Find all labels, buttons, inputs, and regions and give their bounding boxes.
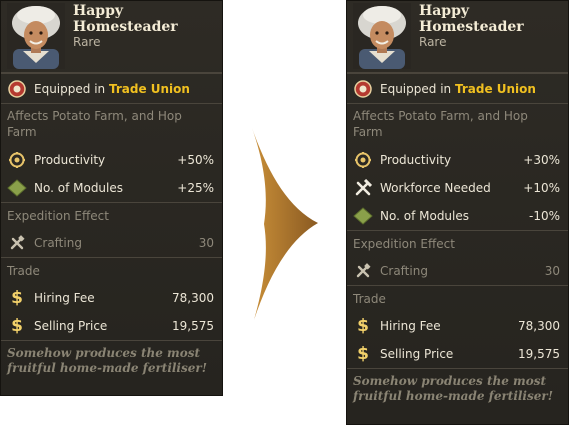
expedition-value: 30 (198, 236, 214, 250)
item-name: Happy Homesteader (419, 3, 524, 35)
effect-value: -10% (528, 209, 560, 223)
effect-label: Workforce Needed (380, 181, 491, 195)
item-rarity: Rare (419, 35, 447, 49)
equipped-prefix: Equipped in (380, 81, 452, 96)
dollar-icon: $ (357, 316, 369, 336)
tooltip-header: Happy Homesteader Rare (347, 1, 568, 73)
equipped-location: Trade Union (454, 81, 536, 96)
module-diamond-icon (353, 206, 373, 226)
effect-value: +10% (523, 181, 560, 195)
module-diamond-icon (7, 178, 27, 198)
effect-row-productivity: Productivity +50% (1, 146, 222, 174)
homesteader-portrait (7, 3, 65, 69)
equipped-prefix: Equipped in (34, 81, 106, 96)
trade-value: 19,575 (172, 319, 214, 333)
trade-value: 78,300 (172, 291, 214, 305)
expedition-value: 30 (544, 264, 560, 278)
affects-text: Affects Potato Farm, and Hop Farm (347, 103, 568, 146)
dollar-icon: $ (11, 288, 23, 308)
lore-text: Somehow produces the most fruitful home-… (347, 368, 568, 408)
expedition-row-crafting: Crafting 30 (347, 257, 568, 285)
effect-row-workforce: Workforce Needed +10% (347, 174, 568, 202)
equipped-location: Trade Union (108, 81, 190, 96)
trade-union-badge-icon (353, 79, 373, 99)
trade-header: Trade (1, 257, 222, 284)
crafting-tools-icon (7, 233, 27, 253)
expedition-header: Expedition Effect (347, 230, 568, 257)
trade-label: Selling Price (34, 319, 108, 333)
trade-header: Trade (347, 285, 568, 312)
left-item-tooltip: Happy Homesteader Rare Equipped in Trade… (0, 0, 223, 396)
homesteader-portrait (353, 3, 411, 69)
effect-label: Productivity (34, 153, 106, 167)
equipped-row: Equipped in Trade Union (347, 73, 568, 103)
dollar-icon: $ (11, 316, 23, 336)
effect-label: No. of Modules (380, 209, 470, 223)
trade-label: Hiring Fee (380, 319, 441, 333)
equipped-row: Equipped in Trade Union (1, 73, 222, 103)
trade-row-hiring-fee: $ Hiring Fee 78,300 (1, 284, 222, 312)
effect-row-modules: No. of Modules +25% (1, 174, 222, 202)
trade-value: 78,300 (518, 319, 560, 333)
dollar-icon: $ (357, 344, 369, 364)
productivity-gear-icon (353, 150, 373, 170)
effect-value: +50% (177, 153, 214, 167)
affects-text: Affects Potato Farm, and Hop Farm (1, 103, 222, 146)
trade-label: Hiring Fee (34, 291, 95, 305)
trade-value: 19,575 (518, 347, 560, 361)
trade-row-selling-price: $ Selling Price 19,575 (347, 340, 568, 368)
expedition-label: Crafting (34, 236, 82, 250)
workforce-tools-icon (353, 178, 373, 198)
expedition-label: Crafting (380, 264, 428, 278)
expedition-header: Expedition Effect (1, 202, 222, 229)
effect-label: Productivity (380, 153, 452, 167)
trade-row-selling-price: $ Selling Price 19,575 (1, 312, 222, 340)
tooltip-header: Happy Homesteader Rare (1, 1, 222, 73)
effect-value: +30% (523, 153, 560, 167)
lore-text: Somehow produces the most fruitful home-… (1, 340, 222, 380)
crafting-tools-icon (353, 261, 373, 281)
arrow-right-icon (252, 128, 318, 320)
item-name: Happy Homesteader (73, 3, 178, 35)
effect-label: No. of Modules (34, 181, 124, 195)
productivity-gear-icon (7, 150, 27, 170)
trade-row-hiring-fee: $ Hiring Fee 78,300 (347, 312, 568, 340)
trade-label: Selling Price (380, 347, 454, 361)
effect-row-modules: No. of Modules -10% (347, 202, 568, 230)
effect-value: +25% (177, 181, 214, 195)
right-item-tooltip: Happy Homesteader Rare Equipped in Trade… (346, 0, 569, 425)
effect-row-productivity: Productivity +30% (347, 146, 568, 174)
trade-union-badge-icon (7, 79, 27, 99)
expedition-row-crafting: Crafting 30 (1, 229, 222, 257)
item-rarity: Rare (73, 35, 101, 49)
